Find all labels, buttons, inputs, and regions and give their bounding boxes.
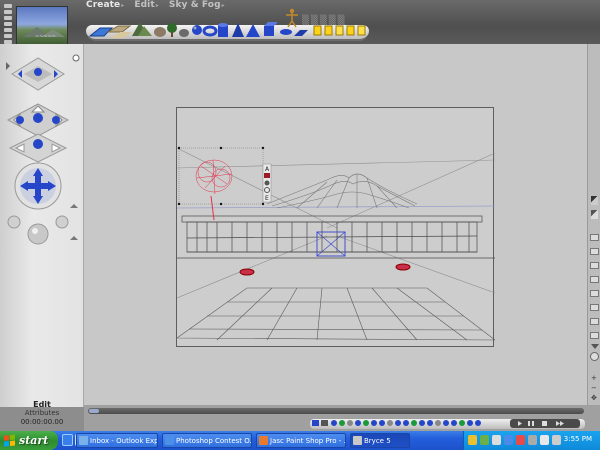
terrain-wireframe <box>266 173 418 209</box>
tray-icon[interactable] <box>480 435 489 445</box>
preview-caption: ~~~~~ <box>35 34 56 40</box>
edit-label: Edit <box>33 400 51 409</box>
sphere-icon[interactable] <box>192 25 202 35</box>
camera-controls-panel <box>0 44 84 407</box>
tree-icon[interactable] <box>167 23 177 37</box>
edit-tool[interactable]: E <box>265 195 269 202</box>
square-icon[interactable] <box>294 30 308 36</box>
red-stone-left[interactable] <box>239 268 255 276</box>
camera-pan-xy-control[interactable] <box>8 133 68 163</box>
animation-bar <box>84 405 600 431</box>
camera-controls <box>6 54 80 245</box>
wireframe-scene[interactable]: A E <box>176 108 496 348</box>
tree-object[interactable] <box>177 146 265 221</box>
chevron-down-icon[interactable] <box>70 236 78 240</box>
chevron-down-icon[interactable] <box>591 344 599 349</box>
camera-move-cross-control[interactable] <box>14 162 62 210</box>
fit-mode-button[interactable] <box>590 332 599 339</box>
vitruvian-logo-icon <box>286 8 298 28</box>
timecode-readout: 00:00:00.00 <box>20 418 64 426</box>
outlook-icon <box>79 436 88 445</box>
light-icons[interactable] <box>313 25 366 36</box>
volume-icon[interactable] <box>552 435 561 445</box>
clock: 3:55 PM <box>563 435 592 443</box>
task-photoshop-contest[interactable]: Photoshop Contest O... <box>162 433 252 448</box>
zoom-out-icon[interactable]: − <box>591 384 597 392</box>
palette-menu: Create▸ Edit▸ Sky & Fog▸ <box>86 0 225 11</box>
windows-taskbar: start Inbox - Outlook Express Photoshop … <box>0 431 600 450</box>
playback-controls[interactable] <box>510 419 580 428</box>
tray-icon[interactable] <box>540 435 549 445</box>
cone-icon[interactable] <box>232 23 244 37</box>
menu-sky-fog[interactable]: Sky & Fog▸ <box>169 0 225 11</box>
zoom-mode-button[interactable] <box>590 318 599 325</box>
settings-icon[interactable] <box>590 352 599 361</box>
link-tool-icon[interactable] <box>264 180 270 186</box>
tray-icon[interactable] <box>492 435 501 445</box>
menu-edit[interactable]: Edit▸ <box>134 0 159 11</box>
zoom-in-icon[interactable]: + <box>591 374 597 382</box>
camera-pan-xz-control[interactable] <box>6 103 70 137</box>
timeline-knob[interactable] <box>89 409 99 413</box>
tray-icon[interactable] <box>516 435 525 445</box>
pyramid-icon[interactable] <box>246 24 260 37</box>
render-mode-button[interactable] <box>590 290 599 297</box>
bryce-icon <box>353 436 362 445</box>
task-paint-shop-pro[interactable]: Jasc Paint Shop Pro - ... <box>256 433 346 448</box>
start-button[interactable]: start <box>0 431 58 450</box>
tray-icon[interactable] <box>504 435 513 445</box>
torus-icon[interactable] <box>202 25 218 37</box>
zoom-sphere-controls[interactable] <box>7 215 69 245</box>
start-label: start <box>19 434 49 447</box>
browser-icon[interactable] <box>62 434 73 446</box>
wireframe-mode-button[interactable] <box>590 248 599 255</box>
camera-mode-button[interactable] <box>590 276 599 283</box>
chevron-down-icon[interactable] <box>70 204 78 208</box>
render-viewport[interactable]: A E <box>176 107 496 348</box>
bryce-logo: ▒▒▒▒▒ <box>302 16 347 26</box>
display-mode-button[interactable] <box>590 234 599 241</box>
cube-icon[interactable] <box>264 22 278 36</box>
brush-icon[interactable] <box>591 196 598 205</box>
material-tool-icon[interactable] <box>264 173 270 178</box>
object-attribute-tools[interactable]: A E <box>262 163 272 203</box>
pan-icon[interactable]: ✥ <box>591 394 597 402</box>
scene-workspace: A E <box>84 44 590 410</box>
system-tray: 3:55 PM <box>463 431 600 450</box>
stone-icon[interactable] <box>154 27 166 37</box>
menu-create[interactable]: Create▸ <box>86 0 124 11</box>
task-outlook-express[interactable]: Inbox - Outlook Express <box>76 433 158 448</box>
tray-icon[interactable] <box>468 435 477 445</box>
windows-flag-icon <box>4 433 16 447</box>
right-tool-strip: + − ✥ <box>587 44 600 410</box>
nano-preview[interactable]: ~~~~~ <box>16 6 68 46</box>
view-mode-button[interactable] <box>590 262 599 269</box>
rock-icon[interactable] <box>179 29 189 37</box>
terrain-icon[interactable] <box>132 22 152 36</box>
background-mode-button[interactable] <box>590 304 599 311</box>
top-bar: ~~~~~ Create▸ Edit▸ Sky & Fog▸ ▒▒▒▒▒ <box>0 0 600 46</box>
record-keyframe-icons[interactable] <box>312 420 481 426</box>
view-trackball[interactable] <box>11 57 65 91</box>
bryce-window: ~~~~~ Create▸ Edit▸ Sky & Fog▸ ▒▒▒▒▒ Edi… <box>0 0 600 450</box>
paint-shop-icon <box>259 436 268 445</box>
horizon-line <box>176 205 496 209</box>
timeline-scrubber[interactable] <box>88 408 584 414</box>
attributes-label: Attributes <box>24 409 60 417</box>
browser-icon <box>165 436 174 445</box>
tray-icon[interactable] <box>528 435 537 445</box>
red-stone-right[interactable] <box>395 263 411 271</box>
disc-icon[interactable] <box>280 29 292 35</box>
cylinder-icon[interactable] <box>218 23 228 37</box>
task-bryce[interactable]: Bryce 5 <box>350 433 410 448</box>
fence-wireframe <box>177 215 495 259</box>
eraser-icon[interactable] <box>591 210 598 219</box>
ground-plane-grid[interactable] <box>176 287 496 341</box>
view-controls-strip[interactable] <box>4 4 14 48</box>
tree-bounding-box <box>178 147 264 205</box>
animation-controls <box>312 419 580 428</box>
perspective-guides <box>176 147 496 299</box>
